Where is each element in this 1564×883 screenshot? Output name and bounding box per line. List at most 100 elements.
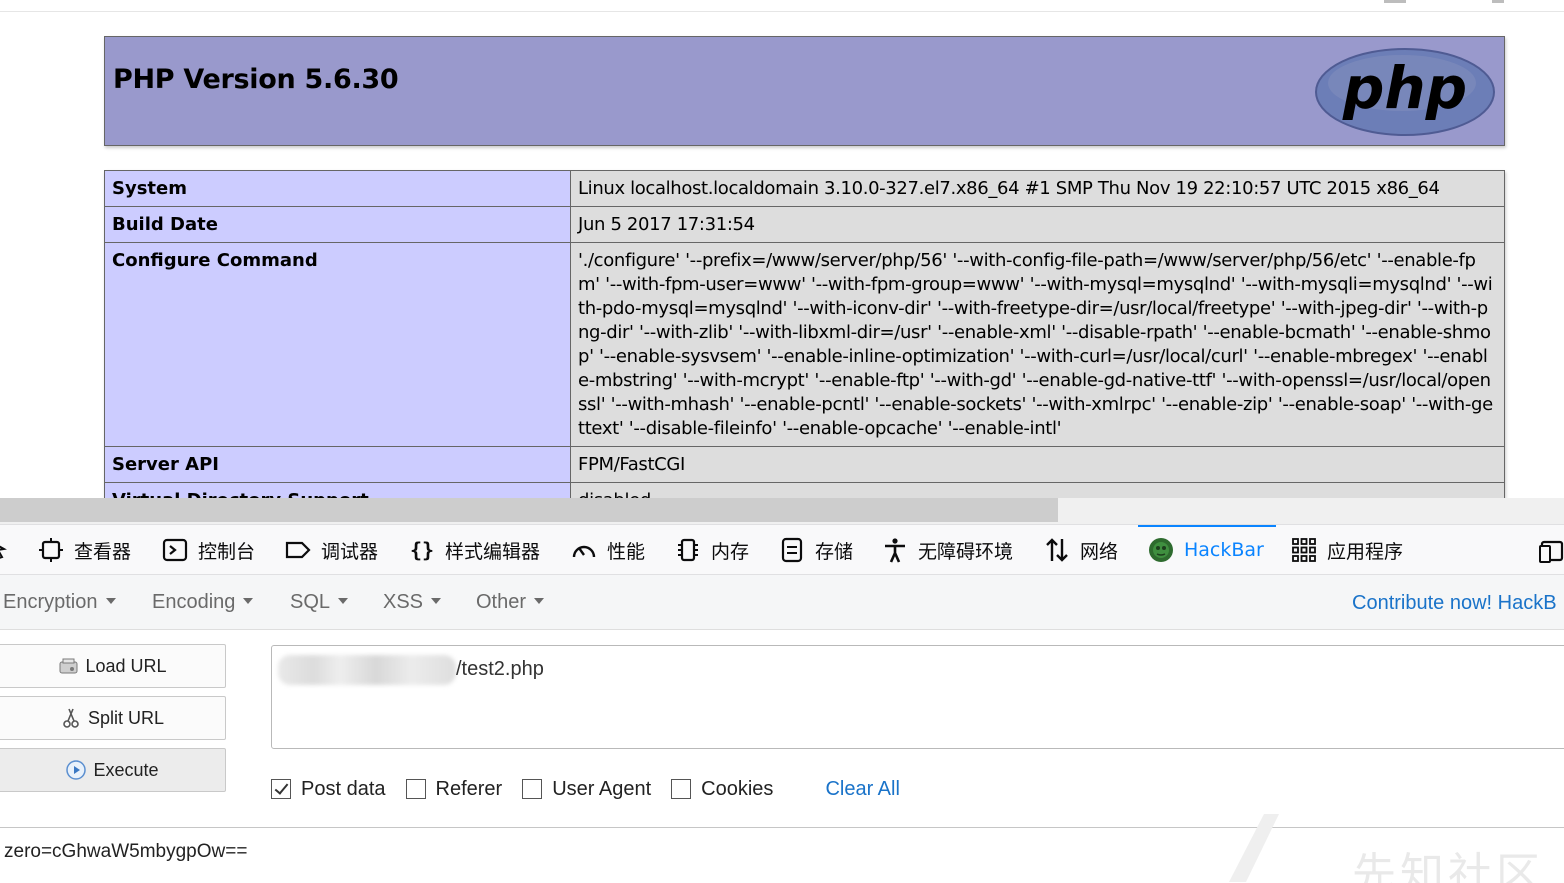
- hackbar-panel: Load URL Split URL Execute /test2.php Po…: [0, 630, 1564, 830]
- page-title: PHP Version 5.6.30: [113, 64, 399, 95]
- responsive-design-icon: [1538, 537, 1564, 563]
- menu-encryption[interactable]: Encryption: [3, 591, 116, 614]
- post-data-textarea[interactable]: zero=cGhwaW5mbygpOw== 先知社区: [0, 814, 1564, 883]
- watermark-logo-icon: [1229, 814, 1279, 882]
- post-data-value: zero=cGhwaW5mbygpOw==: [4, 841, 248, 862]
- chevron-down-icon: [338, 597, 349, 604]
- accessibility-icon: [882, 537, 908, 563]
- post-data-option[interactable]: Post data: [271, 778, 386, 801]
- menu-encoding[interactable]: Encoding: [152, 591, 254, 614]
- tab-label: 样式编辑器: [445, 540, 541, 563]
- row-value: Linux localhost.localdomain 3.10.0-327.e…: [570, 170, 1505, 207]
- row-key: Build Date: [104, 206, 571, 243]
- tab-label: 存储: [815, 540, 854, 563]
- menu-other[interactable]: Other: [476, 591, 545, 614]
- split-url-button[interactable]: Split URL: [0, 696, 226, 740]
- play-icon: [66, 760, 87, 780]
- tab-memory[interactable]: 内存: [675, 525, 749, 575]
- style-editor-icon: {}: [409, 537, 435, 563]
- tab-label: 应用程序: [1327, 540, 1404, 563]
- chevron-down-icon: [431, 597, 442, 604]
- svg-text:{}: {}: [410, 538, 434, 562]
- table-row: System Linux localhost.localdomain 3.10.…: [104, 170, 1505, 207]
- redacted-host: [278, 655, 456, 685]
- performance-icon: [571, 537, 597, 563]
- row-key: System: [104, 170, 571, 207]
- tab-label: 内存: [711, 540, 750, 563]
- top-divider: [0, 11, 1564, 12]
- scrollbar-thumb[interactable]: [0, 498, 1058, 522]
- contribute-link[interactable]: Contribute now! HackB: [1352, 592, 1557, 615]
- load-url-icon: [59, 658, 78, 674]
- responsive-design-button[interactable]: [1538, 525, 1564, 575]
- debugger-icon: [285, 537, 311, 563]
- console-icon: [162, 537, 188, 563]
- tab-label: 无障碍环境: [918, 540, 1014, 563]
- tab-label: 查看器: [74, 540, 132, 563]
- clear-all-link[interactable]: Clear All: [825, 778, 899, 801]
- tab-network[interactable]: 网络: [1044, 525, 1118, 575]
- application-icon: [1291, 537, 1317, 563]
- chevron-down-icon: [243, 597, 254, 604]
- row-key: Server API: [104, 446, 571, 483]
- table-row: Virtual Directory Support disabled: [104, 482, 1505, 498]
- tab-accessibility[interactable]: 无障碍环境: [882, 525, 1013, 575]
- cookies-checkbox[interactable]: [671, 779, 692, 799]
- tab-label: HackBar: [1184, 539, 1264, 561]
- execute-button[interactable]: Execute: [0, 748, 226, 792]
- top-bar-fragments: [1384, 0, 1504, 3]
- watermark: 先知社区: [1352, 849, 1544, 883]
- table-row: Server API FPM/FastCGI: [104, 446, 1505, 483]
- user-agent-option[interactable]: User Agent: [522, 778, 651, 801]
- storage-icon: [779, 537, 805, 563]
- tab-label: 性能: [607, 540, 646, 563]
- memory-icon: [675, 537, 701, 563]
- row-value: Jun 5 2017 17:31:54: [570, 206, 1505, 243]
- url-textarea[interactable]: /test2.php: [271, 645, 1564, 749]
- svg-text:php: php: [1342, 54, 1467, 122]
- tab-label: 控制台: [198, 540, 256, 563]
- menu-xss[interactable]: XSS: [383, 591, 442, 614]
- load-url-button[interactable]: Load URL: [0, 644, 226, 688]
- hackbar-menu: Encryption Encoding SQL XSS Other Contri…: [0, 575, 1564, 630]
- inspector-icon: [38, 537, 64, 563]
- tab-label: 调试器: [321, 540, 379, 563]
- cookies-option[interactable]: Cookies: [671, 778, 773, 801]
- table-row: Build Date Jun 5 2017 17:31:54: [104, 206, 1505, 243]
- scissors-icon: [63, 708, 79, 728]
- tab-style-editor[interactable]: {} 样式编辑器: [409, 525, 540, 575]
- devtools-toolbar: 查看器 控制台 调试器 {} 样式编辑器 性能 内存 存储 无障碍环境 网络 H…: [0, 524, 1564, 575]
- post-data-checkbox[interactable]: [271, 779, 291, 799]
- user-agent-checkbox[interactable]: [522, 779, 543, 799]
- pick-element-icon: [0, 537, 12, 563]
- chevron-down-icon: [105, 597, 116, 604]
- tab-debugger[interactable]: 调试器: [285, 525, 378, 575]
- tab-performance[interactable]: 性能: [571, 525, 645, 575]
- network-icon: [1044, 537, 1070, 563]
- php-logo: php: [1315, 48, 1495, 136]
- tab-hackbar[interactable]: HackBar: [1138, 525, 1276, 575]
- pick-element-button[interactable]: [0, 525, 22, 575]
- php-info-table: System Linux localhost.localdomain 3.10.…: [104, 170, 1505, 498]
- hackbar-icon: [1148, 537, 1174, 563]
- row-value: FPM/FastCGI: [570, 446, 1505, 483]
- tab-storage[interactable]: 存储: [779, 525, 853, 575]
- tab-label: 网络: [1080, 540, 1119, 563]
- row-value: './configure' '--prefix=/www/server/php/…: [570, 242, 1505, 447]
- php-version-header: PHP Version 5.6.30 php: [104, 36, 1505, 146]
- menu-sql[interactable]: SQL: [290, 591, 349, 614]
- horizontal-scrollbar[interactable]: [0, 498, 1564, 524]
- referer-checkbox[interactable]: [405, 779, 426, 799]
- table-row: Configure Command './configure' '--prefi…: [104, 242, 1505, 447]
- tab-console[interactable]: 控制台: [162, 525, 255, 575]
- chevron-down-icon: [534, 597, 545, 604]
- row-value: disabled: [570, 482, 1505, 498]
- row-key: Virtual Directory Support: [104, 482, 571, 498]
- tab-inspector[interactable]: 查看器: [38, 525, 131, 575]
- tab-application[interactable]: 应用程序: [1291, 525, 1403, 575]
- row-key: Configure Command: [104, 242, 571, 447]
- page-viewport: PHP Version 5.6.30 php System Linux loca…: [0, 0, 1564, 498]
- referer-option[interactable]: Referer: [405, 778, 502, 801]
- url-value: /test2.php: [456, 658, 544, 680]
- request-options: Post data Referer User Agent Cookies Cle…: [271, 774, 900, 804]
